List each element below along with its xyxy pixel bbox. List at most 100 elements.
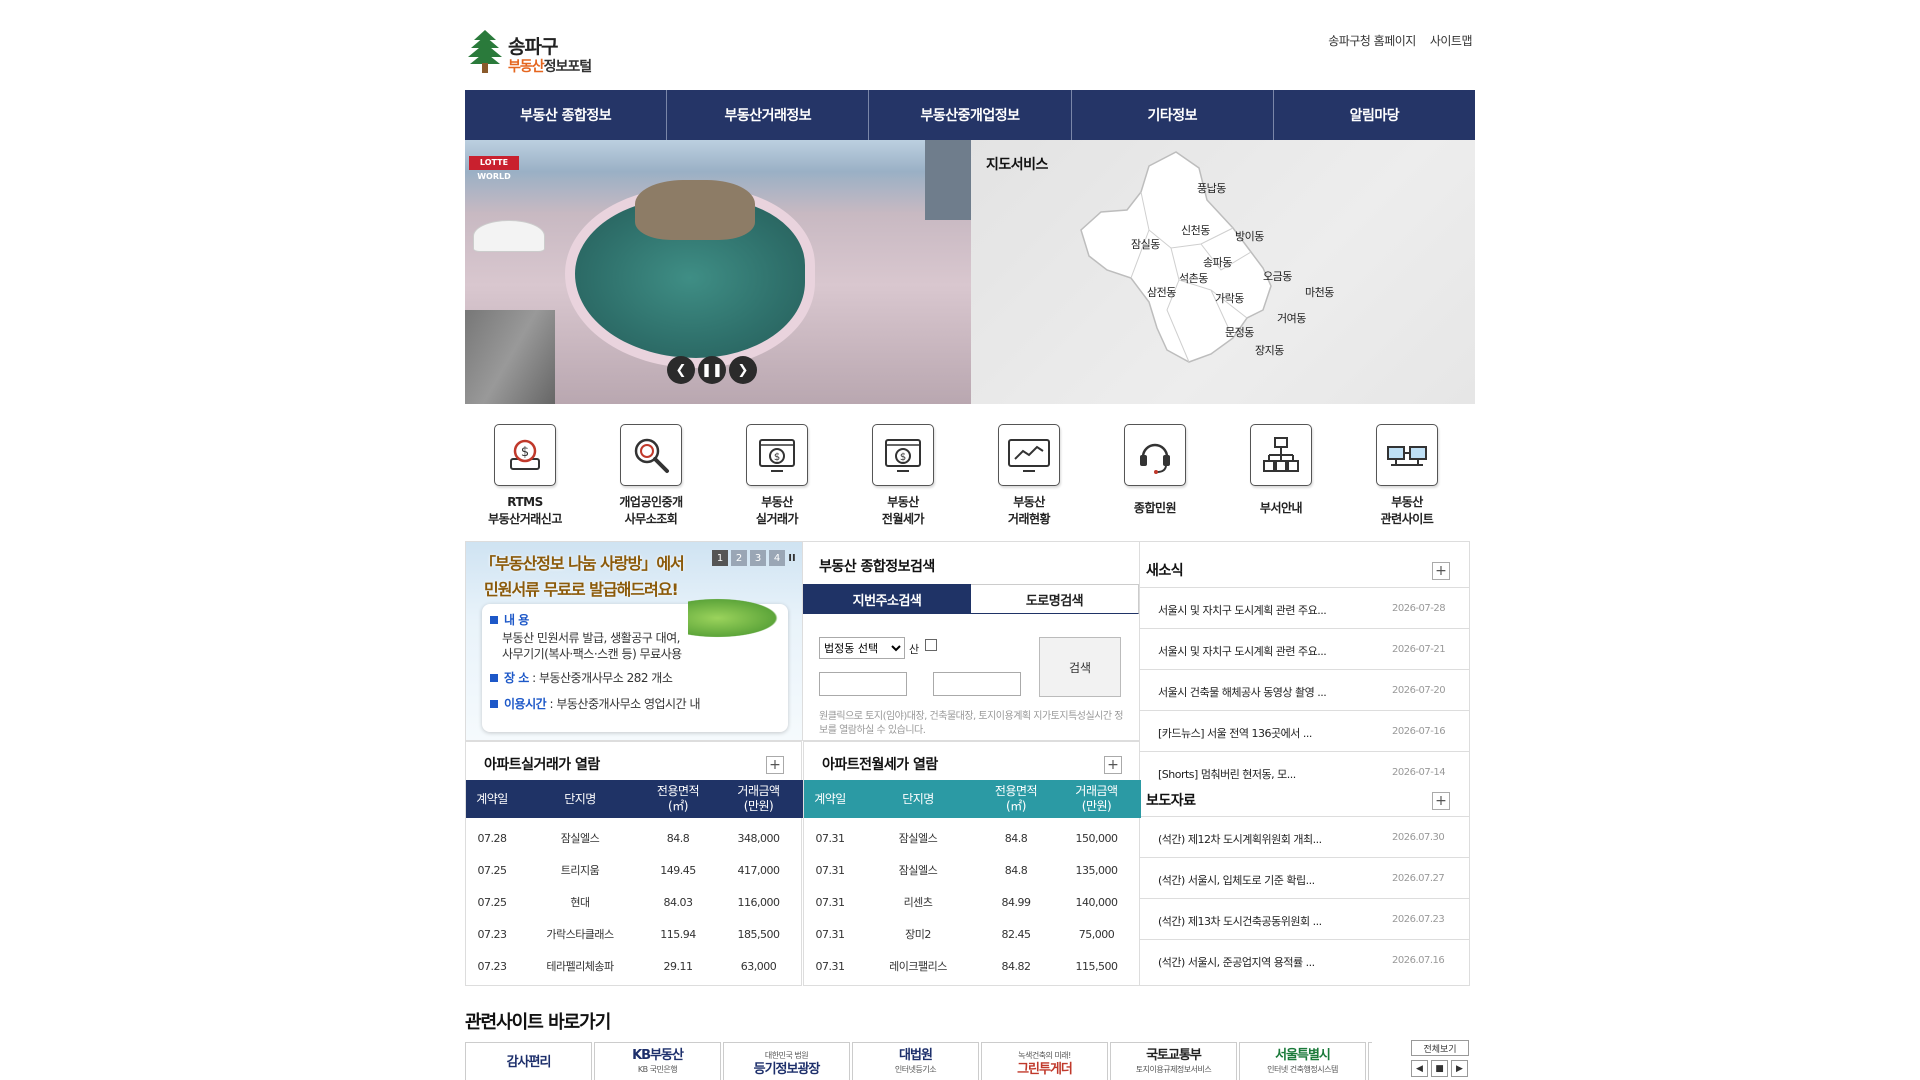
- map-dong-macheon[interactable]: 마천동: [1305, 284, 1334, 300]
- link-district-home[interactable]: 송파구청 홈페이지: [1328, 32, 1416, 49]
- quick-link-label: 부동산: [887, 495, 919, 509]
- prev-icon[interactable]: ❮: [667, 356, 695, 384]
- apt-trade-panel: 아파트실거래가 열람 + 계약일 단지명 전용면적 (㎡) 거래금액 (만원) …: [465, 741, 803, 986]
- table-row[interactable]: 07.31 잠실엘스 84.8 135,000: [804, 854, 1141, 886]
- promo-banner[interactable]: 「부동산정보 나눔 사랑방」에서 민원서류 무료로 발급해드려요! 1 2 3 …: [465, 541, 803, 741]
- site-logo-link[interactable]: 녹색건축의 미래! 그린투게더: [981, 1042, 1108, 1080]
- news-more-icon[interactable]: +: [1432, 562, 1450, 580]
- news-item[interactable]: [Shorts] 멈춰버린 현저동, 모... 2026-07-14: [1140, 751, 1470, 792]
- dong-select[interactable]: 법정동 선택: [819, 637, 905, 659]
- quick-link-trade-price[interactable]: $ 부동산 실거래가: [717, 424, 837, 528]
- tab-road-address[interactable]: 도로명검색: [971, 584, 1139, 614]
- main-lot-number-input[interactable]: [819, 672, 907, 696]
- table-row[interactable]: 07.23 테라펠리체송파 29.11 63,000: [466, 950, 803, 982]
- main-banner-slide[interactable]: LOTTE WORLD ❮ ❚❚ ❯: [465, 140, 971, 404]
- map-dong-jangji[interactable]: 장지동: [1255, 342, 1284, 358]
- promo-subheadline: 민원서류 무료로 발급해드려요!: [484, 580, 679, 599]
- promo-page-1[interactable]: 1: [712, 550, 728, 566]
- quick-link-rent-price[interactable]: $ 부동산 전월세가: [843, 424, 963, 528]
- pause-icon[interactable]: II: [788, 550, 796, 566]
- quick-link-rtms[interactable]: $ RTMS 부동산거래신고: [465, 424, 585, 528]
- search-title: 부동산 종합정보검색: [819, 559, 935, 575]
- apt-rent-more-icon[interactable]: +: [1104, 756, 1122, 774]
- table-row[interactable]: 07.25 트리지움 149.45 417,000: [466, 854, 803, 886]
- quick-link-label: RTMS: [507, 495, 543, 509]
- nav-item-notice[interactable]: 알림마당: [1274, 90, 1475, 140]
- stop-icon[interactable]: ■: [1431, 1060, 1448, 1077]
- press-more-icon[interactable]: +: [1432, 792, 1450, 810]
- apt-rent-header: 계약일 단지명 전용면적 (㎡) 거래금액 (만원): [804, 780, 1141, 818]
- quick-link-label: 부동산거래신고: [488, 512, 562, 526]
- map-dong-pungnap[interactable]: 풍납동: [1197, 180, 1226, 196]
- mountain-checkbox[interactable]: [925, 639, 937, 651]
- site-logo-link[interactable]: KB부동산 KB 국민은행: [594, 1042, 721, 1080]
- nav-item-other-info[interactable]: 기타정보: [1072, 90, 1274, 140]
- quick-link-related-sites[interactable]: 부동산 관련사이트: [1347, 424, 1467, 528]
- quick-link-broker-search[interactable]: 개업공인중개 사무소조회: [591, 424, 711, 528]
- map-dong-bangi[interactable]: 방이동: [1235, 228, 1264, 244]
- site-logo-link[interactable]: 국토교통부 토지이용규제정보서비스: [1110, 1042, 1237, 1080]
- quick-link-department[interactable]: 부서안내: [1221, 424, 1341, 517]
- news-item[interactable]: 서울시 및 자치구 도시계획 관련 주요... 2026-07-21: [1140, 628, 1470, 669]
- map-dong-seokchon[interactable]: 석촌동: [1179, 270, 1208, 286]
- map-dong-jamsil[interactable]: 잠실동: [1131, 236, 1160, 252]
- press-item[interactable]: (석간) 서울시, 입체도로 기준 확립... 2026.07.27: [1140, 857, 1470, 898]
- news-item[interactable]: 서울시 건축물 해체공사 동영상 촬영 ... 2026-07-20: [1140, 669, 1470, 710]
- nav-item-broker-info[interactable]: 부동산중개업정보: [869, 90, 1072, 140]
- map-dong-songpa[interactable]: 송파동: [1203, 254, 1232, 270]
- org-chart-icon: [1250, 424, 1312, 486]
- next-icon[interactable]: ▶: [1451, 1060, 1468, 1077]
- quick-link-label: 전월세가: [881, 512, 925, 526]
- table-row[interactable]: 07.25 현대 84.03 116,000: [466, 886, 803, 918]
- table-row[interactable]: 07.28 잠실엘스 84.8 348,000: [466, 822, 803, 854]
- sub-lot-number-input[interactable]: [933, 672, 1021, 696]
- map-dong-garak[interactable]: 가락동: [1215, 290, 1244, 306]
- quick-link-civil-service[interactable]: 종합민원: [1095, 424, 1215, 517]
- site-logo-link[interactable]: 서울특별시 인터넷 건축행정시스템: [1239, 1042, 1366, 1080]
- quick-link-trade-status[interactable]: 부동산거래현황: [969, 424, 1089, 528]
- apt-trade-more-icon[interactable]: +: [766, 756, 784, 774]
- table-row[interactable]: 07.31 잠실엘스 84.8 150,000: [804, 822, 1141, 854]
- link-sitemap[interactable]: 사이트맵: [1430, 32, 1473, 49]
- news-title: 새소식: [1146, 563, 1184, 579]
- table-row[interactable]: 07.31 장미2 82.45 75,000: [804, 918, 1141, 950]
- col-price: 거래금액 (만원): [737, 784, 780, 813]
- view-all-button[interactable]: 전체보기: [1411, 1040, 1469, 1056]
- svg-text:$: $: [521, 445, 529, 460]
- press-item[interactable]: (석간) 서울시, 준공업지역 용적률 ... 2026.07.16: [1140, 939, 1470, 980]
- related-sites-title: 관련사이트 바로가기: [465, 1012, 611, 1033]
- table-row[interactable]: 07.23 가락스타클래스 115.94 185,500: [466, 918, 803, 950]
- search-button[interactable]: 검색: [1039, 637, 1121, 697]
- table-row[interactable]: 07.31 리센츠 84.99 140,000: [804, 886, 1141, 918]
- col-price: 거래금액 (만원): [1075, 784, 1118, 813]
- site-logo[interactable]: 송파구 부동산정보포털: [468, 28, 608, 78]
- table-row[interactable]: 07.31 레이크팰리스 84.82 115,500: [804, 950, 1141, 982]
- nav-item-trade-info[interactable]: 부동산거래정보: [667, 90, 870, 140]
- press-item[interactable]: (석간) 제12차 도시계획위원회 개최... 2026.07.30: [1140, 816, 1470, 857]
- next-icon[interactable]: ❯: [729, 356, 757, 384]
- quick-link-label: 부동산: [1013, 495, 1045, 509]
- map-dong-ogeum[interactable]: 오금동: [1263, 268, 1292, 284]
- pause-icon[interactable]: ❚❚: [698, 356, 726, 384]
- map-dong-geoyeo[interactable]: 거여동: [1277, 310, 1306, 326]
- nav-item-integrated-info[interactable]: 부동산 종합정보: [465, 90, 668, 140]
- promo-page-3[interactable]: 3: [750, 550, 766, 566]
- map-dong-munjeong[interactable]: 문정동: [1225, 324, 1254, 340]
- site-logo-link[interactable]: 감사편리: [465, 1042, 592, 1080]
- prev-icon[interactable]: ◀: [1411, 1060, 1428, 1077]
- news-item[interactable]: 서울시 및 자치구 도시계획 관련 주요... 2026-07-28: [1140, 587, 1470, 628]
- logo-district: 송파구: [508, 36, 558, 58]
- site-logo-link[interactable]: 대한민국 법원 등기정보광장: [723, 1042, 850, 1080]
- tab-lot-address[interactable]: 지번주소검색: [803, 584, 971, 614]
- site-logo-link[interactable]: 토지: [1368, 1042, 1372, 1080]
- map-dong-sincheon[interactable]: 신천동: [1181, 222, 1210, 238]
- map-service[interactable]: 지도서비스 풍납동 신천동 방이동 잠실동 송파동 석촌동 오금동 삼전동 가락…: [971, 140, 1475, 404]
- promo-page-2[interactable]: 2: [731, 550, 747, 566]
- site-logo-link[interactable]: 대법원 인터넷등기소: [852, 1042, 979, 1080]
- banner-dome: [473, 220, 545, 252]
- map-dong-samjeon[interactable]: 삼전동: [1147, 284, 1176, 300]
- news-item[interactable]: [카드뉴스] 서울 전역 136곳에서 ... 2026-07-16: [1140, 710, 1470, 751]
- quick-link-label: 거래현황: [1007, 512, 1051, 526]
- promo-page-4[interactable]: 4: [769, 550, 785, 566]
- press-item[interactable]: (석간) 제13차 도시건축공동위원회 ... 2026.07.23: [1140, 898, 1470, 939]
